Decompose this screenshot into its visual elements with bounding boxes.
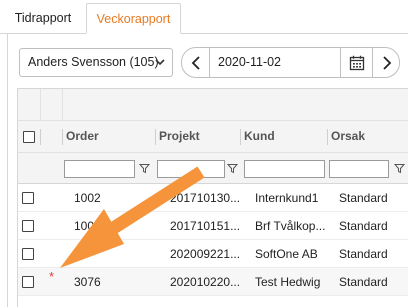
grid-filter-row xyxy=(18,153,408,184)
employee-select[interactable]: Anders Svensson (105) xyxy=(19,48,173,77)
calendar-icon xyxy=(349,55,364,70)
table-row-selected[interactable]: 3076 202010220... Test Hedwig Standard xyxy=(18,268,408,296)
projekt-cell: 201710151... xyxy=(170,219,239,233)
calendar-button[interactable] xyxy=(340,48,372,77)
row-checkbox[interactable] xyxy=(22,248,34,260)
next-week-button[interactable] xyxy=(372,48,399,77)
column-header-projekt[interactable]: Projekt xyxy=(155,121,240,153)
kund-cell: Internkund1 xyxy=(255,191,319,205)
table-row[interactable]: 1003 201710151... Brf Tvålkop... Standar… xyxy=(18,212,408,240)
chevron-down-icon xyxy=(155,59,165,66)
tab-bar: Tidrapport Veckorapport xyxy=(0,0,408,34)
order-cell: 2 xyxy=(74,247,81,261)
kund-cell: SoftOne AB xyxy=(255,247,318,261)
order-cell: 1003 xyxy=(74,219,101,233)
date-input[interactable]: 2020-11-02 xyxy=(218,48,281,77)
projekt-cell: 202010220... xyxy=(170,275,239,289)
grid-group-header xyxy=(18,89,408,121)
kund-cell: Brf Tvålkop... xyxy=(255,219,326,233)
chevron-left-icon xyxy=(191,55,200,70)
chevron-right-icon xyxy=(382,55,391,70)
orsak-cell: Standard xyxy=(339,247,388,261)
orsak-cell: Standard xyxy=(339,219,388,233)
column-divider xyxy=(62,89,63,121)
grid-header-row: Order Projekt Kund Orsak xyxy=(18,121,408,153)
employee-select-value: Anders Svensson (105) xyxy=(28,55,159,69)
orsak-cell: Standard xyxy=(339,191,388,205)
column-header-orsak[interactable]: Orsak xyxy=(327,121,408,153)
kund-filter-input[interactable] xyxy=(244,160,325,178)
column-header-order[interactable]: Order xyxy=(62,121,155,153)
new-row-marker: * xyxy=(49,269,55,284)
projekt-cell: 201710130... xyxy=(170,191,239,205)
order-cell: 3076 xyxy=(74,275,101,289)
filter-icon[interactable] xyxy=(227,163,238,174)
projekt-filter-input[interactable] xyxy=(157,160,225,178)
column-divider xyxy=(40,89,41,121)
order-filter-input[interactable] xyxy=(64,160,135,178)
tab-veckorapport[interactable]: Veckorapport xyxy=(86,3,181,34)
row-checkbox[interactable] xyxy=(22,192,34,204)
week-grid: Order Projekt Kund Orsak 1002 201710130.… xyxy=(17,88,408,307)
select-all-checkbox[interactable] xyxy=(23,131,35,143)
date-navigator: 2020-11-02 xyxy=(181,47,400,78)
order-cell: 1002 xyxy=(74,191,101,205)
orsak-cell: Standard xyxy=(339,275,388,289)
orsak-filter-input[interactable] xyxy=(329,160,389,178)
projekt-cell: 202009221... xyxy=(170,247,239,261)
table-row[interactable]: 1002 201710130... Internkund1 Standard xyxy=(18,184,408,212)
column-header-kund[interactable]: Kund xyxy=(240,121,327,153)
kund-cell: Test Hedwig xyxy=(255,275,321,289)
row-checkbox[interactable] xyxy=(22,220,34,232)
tab-tidrapport[interactable]: Tidrapport xyxy=(0,3,86,34)
column-divider xyxy=(40,129,41,145)
row-checkbox[interactable] xyxy=(22,276,34,288)
previous-week-button[interactable] xyxy=(182,48,210,77)
filter-icon[interactable] xyxy=(139,163,150,174)
table-row[interactable]: 2 202009221... SoftOne AB Standard xyxy=(18,240,408,268)
filter-icon[interactable] xyxy=(394,163,405,174)
